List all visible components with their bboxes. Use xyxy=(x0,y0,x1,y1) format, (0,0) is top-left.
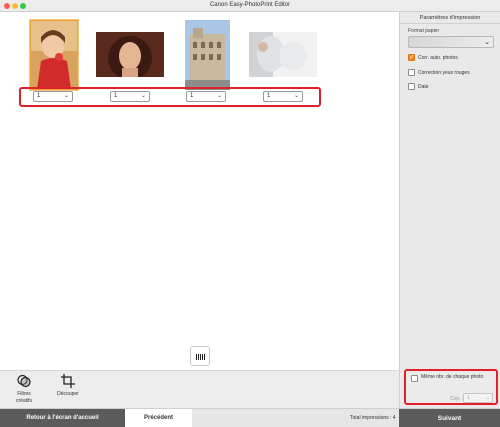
option-label: Date xyxy=(418,83,429,90)
filters-icon xyxy=(17,374,31,388)
back-to-home-button[interactable]: Retour à l'écran d'accueil xyxy=(0,409,125,427)
filters-label: Filtres créatifs xyxy=(15,391,33,404)
crop-icon xyxy=(61,374,75,388)
chevron-down-icon: ⌄ xyxy=(63,93,69,99)
chevron-down-icon: ⌄ xyxy=(484,39,490,46)
copies-label: Cop. : xyxy=(450,396,464,402)
copies-select-4[interactable]: 1 ⌄ xyxy=(263,91,303,102)
same-copies-box: Même nbr. de chaque photo Cop. : 1 ⌄ xyxy=(404,369,498,405)
same-copies-checkbox[interactable] xyxy=(411,375,418,382)
photo-baby-icon xyxy=(249,32,317,77)
edit-toolbar: Filtres créatifs Découper xyxy=(0,370,399,408)
photo-building-icon xyxy=(185,20,230,90)
option-label: Correction yeux rouges xyxy=(418,69,470,76)
next-button[interactable]: Suivant xyxy=(399,409,500,427)
photo-child-icon xyxy=(31,21,77,89)
chevron-down-icon: ⌄ xyxy=(293,93,299,99)
checkbox[interactable] xyxy=(408,69,415,76)
crop-button[interactable]: Découper xyxy=(53,374,83,398)
copies-select-2[interactable]: 1 ⌄ xyxy=(110,91,150,102)
photo-thumbnail-2[interactable] xyxy=(96,32,164,77)
bottom-bar: Retour à l'écran d'accueil Précédent Tot… xyxy=(0,408,500,427)
checkbox-checked[interactable]: ✓ xyxy=(408,54,415,61)
photo-area: 1 ⌄ 1 ⌄ 1 ⌄ 1 ⌄ xyxy=(0,12,399,370)
crop-label: Découper xyxy=(57,391,79,397)
red-eye-option[interactable]: Correction yeux rouges xyxy=(408,69,470,78)
same-copies-label: Même nbr. de chaque photo xyxy=(421,374,484,380)
option-label: Corr. auto. photos xyxy=(418,54,458,61)
previous-button[interactable]: Précédent xyxy=(125,409,192,427)
paper-size-select[interactable]: ⌄ xyxy=(408,36,494,48)
copies-value: 1 xyxy=(37,93,41,99)
chevron-down-icon: ⌄ xyxy=(140,93,146,99)
copies-select-1[interactable]: 1 ⌄ xyxy=(33,91,73,102)
chevron-down-icon: ⌄ xyxy=(216,93,222,99)
copies-value: 1 xyxy=(267,93,271,99)
chevron-down-icon: ⌄ xyxy=(485,395,490,401)
total-prints: Total impressions : 4 xyxy=(350,415,396,421)
copies-value: 1 xyxy=(467,395,470,401)
paper-size-label: Format papier xyxy=(408,28,440,34)
global-copies-select[interactable]: 1 ⌄ xyxy=(463,393,493,403)
creative-filters-button[interactable]: Filtres créatifs xyxy=(9,374,39,405)
copies-select-3[interactable]: 1 ⌄ xyxy=(186,91,226,102)
copies-value: 1 xyxy=(114,93,118,99)
layout-view-button[interactable] xyxy=(190,346,210,366)
print-settings-panel: Paramètres d'impression Format papier ⌄ … xyxy=(399,12,500,408)
panel-title: Paramètres d'impression xyxy=(400,12,500,24)
checkbox[interactable] xyxy=(408,83,415,90)
photo-thumbnail-1[interactable] xyxy=(30,20,78,90)
photo-woman-icon xyxy=(96,32,164,77)
window-title: Canon Easy-PhotoPrint Editor xyxy=(209,2,291,8)
photo-thumbnail-3[interactable] xyxy=(185,20,230,90)
photo-thumbnail-4[interactable] xyxy=(249,32,317,77)
date-option[interactable]: Date xyxy=(408,83,429,92)
layout-grid-icon xyxy=(196,354,206,360)
auto-photo-fix-option[interactable]: ✓ Corr. auto. photos xyxy=(408,54,458,63)
copies-value: 1 xyxy=(190,93,194,99)
window-titlebar: Canon Easy-PhotoPrint Editor xyxy=(0,0,500,12)
